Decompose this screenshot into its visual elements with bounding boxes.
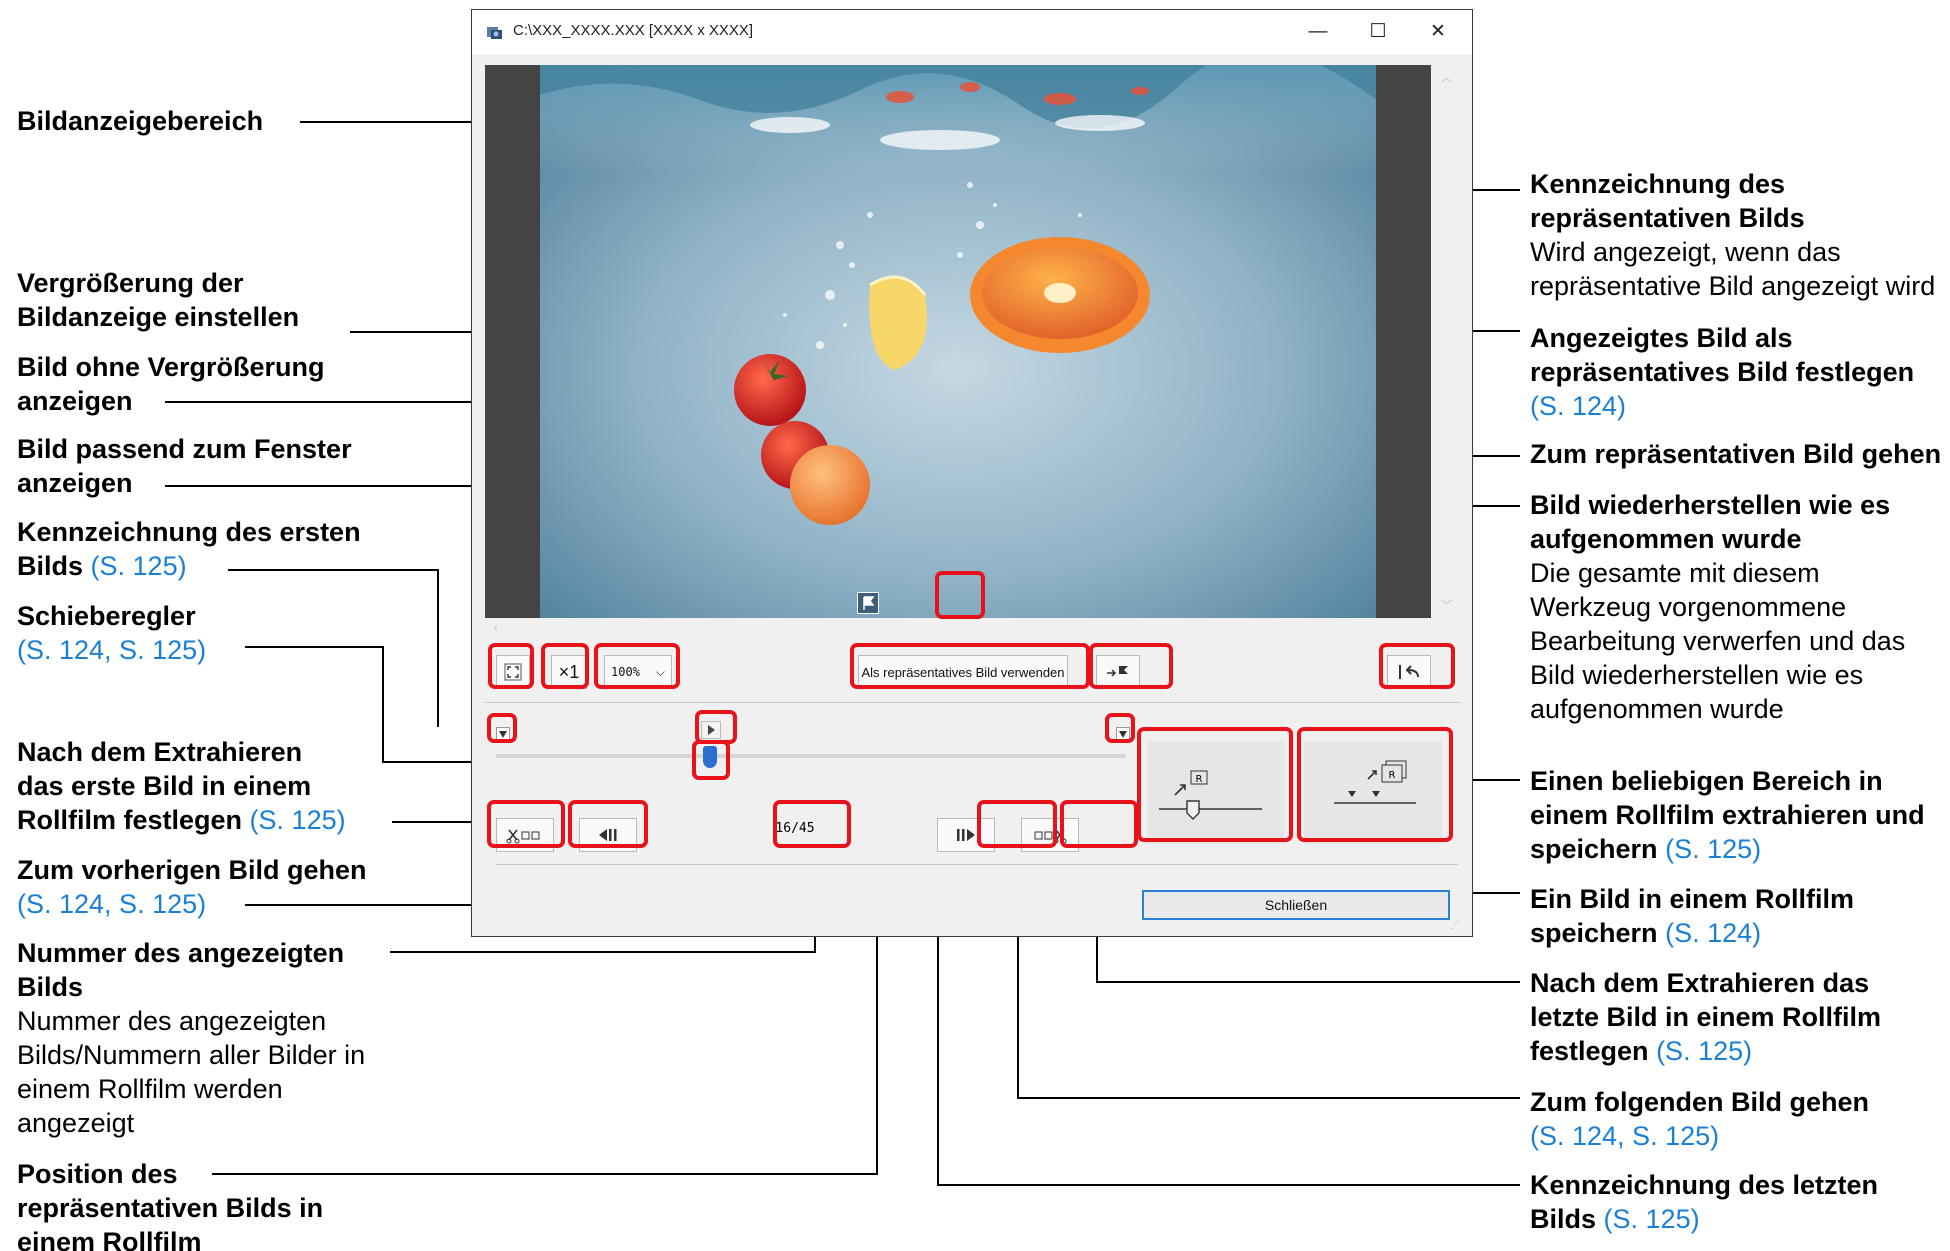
extract-range-button[interactable]: R <box>1304 741 1442 844</box>
save-single-frame-button[interactable]: R <box>1147 741 1285 844</box>
fit-to-window-button[interactable] <box>496 655 530 689</box>
separator <box>485 702 1460 703</box>
restore-icon <box>1399 665 1419 679</box>
close-dialog-button[interactable]: Schließen <box>1142 890 1450 920</box>
zoom-value: 100% <box>611 665 640 679</box>
set-representative-button[interactable]: Als repräsentatives Bild verwenden <box>858 655 1068 689</box>
callout-set-last: Nach dem Extrahieren das letzte Bild in … <box>1530 968 1882 1066</box>
svg-text:R: R <box>1389 770 1396 781</box>
scroll-left-icon: ‹ <box>494 622 498 634</box>
minimize-button[interactable]: — <box>1296 18 1340 46</box>
zoom-select[interactable]: 100% ⌵ <box>604 655 672 689</box>
vertical-scrollbar[interactable]: ︿ ﹀ <box>1434 65 1460 618</box>
first-frame-marker[interactable] <box>496 727 510 741</box>
scroll-up-icon: ︿ <box>1441 72 1452 84</box>
next-frame-button[interactable] <box>937 818 995 852</box>
app-icon <box>487 27 502 39</box>
trim-start-icon <box>506 829 540 844</box>
image-display-area[interactable] <box>485 65 1431 618</box>
video-frame-image <box>540 65 1376 618</box>
callout-restore: Bild wiederherstellen wie es aufgenommen… <box>1530 490 1906 724</box>
movie-extract-window: C:\XXX_XXXX.XXX [XXXX x XXXX] — ☐ ✕ ︿ ﹀ … <box>471 9 1473 937</box>
callout-save-single: Ein Bild in einem Rollfilm speichern (S.… <box>1530 884 1855 948</box>
extract-range-icon: R <box>1334 760 1416 804</box>
callout-next: Zum folgenden Bild gehen (S. 124, S. 125… <box>1530 1087 1869 1151</box>
callout-rep-position: Position des repräsentativen Bilds in ei… <box>17 1159 324 1251</box>
frame-counter: 16/45 <box>775 821 815 836</box>
play-marker-icon <box>708 725 715 735</box>
callout-rep-mark: Kennzeichnung des repräsentativen Bilds … <box>1530 169 1936 301</box>
representative-position-marker <box>701 721 721 739</box>
close-icon: ✕ <box>1430 21 1446 42</box>
previous-frame-icon <box>599 829 617 841</box>
scroll-down-icon: ﹀ <box>1441 600 1452 612</box>
callout-zoom: Vergrößerung der Bildanzeige einstellen <box>17 268 300 332</box>
minimize-icon: — <box>1308 21 1328 42</box>
trim-end-icon <box>1034 829 1067 844</box>
first-marker-icon <box>499 731 507 738</box>
set-first-after-extract-button[interactable] <box>496 818 554 852</box>
goto-representative-icon <box>1107 666 1128 679</box>
chevron-down-icon: ⌵ <box>655 664 665 679</box>
actual-size-button[interactable]: ×1 <box>551 655 587 689</box>
callout-last-mark: Kennzeichnung des letzten Bilds (S. 125) <box>1530 1170 1879 1234</box>
maximize-icon: ☐ <box>1369 21 1387 42</box>
callout-display-area: Bildanzeigebereich <box>17 106 264 136</box>
representative-frame-flag-icon <box>857 592 879 614</box>
resize-grip-icon[interactable]: ⋰ <box>1450 920 1460 931</box>
callout-set-representative: Angezeigtes Bild als repräsentatives Bil… <box>1530 323 1915 421</box>
callout-no-zoom: Bild ohne Vergrößerung anzeigen <box>17 352 325 416</box>
close-window-button[interactable]: ✕ <box>1416 18 1460 46</box>
slider-thumb[interactable] <box>703 746 717 768</box>
window-title: C:\XXX_XXXX.XXX [XXXX x XXXX] <box>513 22 754 39</box>
restore-button[interactable] <box>1387 655 1431 689</box>
callout-set-first: Nach dem Extrahieren das erste Bild in e… <box>17 737 346 835</box>
callout-goto-representative: Zum repräsentativen Bild gehen <box>1530 439 1942 469</box>
separator <box>496 864 1458 865</box>
callout-extract-range: Einen beliebigen Bereich in einem Rollfi… <box>1530 766 1925 864</box>
previous-frame-button[interactable] <box>579 818 637 852</box>
last-frame-marker[interactable] <box>1116 727 1130 741</box>
leader-first-mark <box>228 569 439 727</box>
callout-slider: Schieberegler (S. 124, S. 125) <box>17 601 207 665</box>
maximize-button[interactable]: ☐ <box>1356 18 1400 46</box>
slider-track <box>496 754 1126 758</box>
callout-number: Nummer des angezeigten Bilds Nummer des … <box>17 938 366 1138</box>
set-last-after-extract-button[interactable] <box>1021 818 1079 852</box>
save-frame-icon: R <box>1159 770 1262 820</box>
title-bar: C:\XXX_XXXX.XXX [XXXX x XXXX] — ☐ ✕ <box>472 10 1472 54</box>
callout-previous: Zum vorherigen Bild gehen (S. 124, S. 12… <box>17 855 367 919</box>
goto-representative-button[interactable] <box>1096 655 1140 689</box>
callout-first-mark: Kennzeichnung des ersten Bilds (S. 125) <box>17 517 361 581</box>
callout-fit: Bild passend zum Fenster anzeigen <box>17 434 352 498</box>
svg-text:R: R <box>1196 774 1203 785</box>
last-marker-icon <box>1119 731 1127 738</box>
fit-to-window-icon <box>504 663 522 681</box>
next-frame-icon <box>957 829 975 841</box>
